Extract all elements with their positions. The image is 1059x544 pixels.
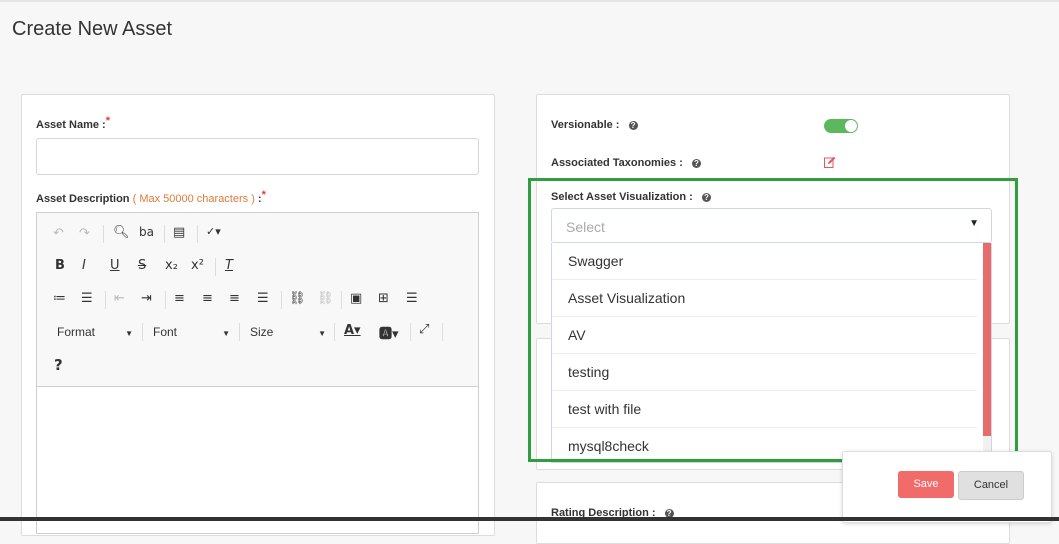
toolbar-separator <box>197 225 198 243</box>
dropdown-option[interactable]: AV <box>552 317 977 354</box>
outdent-icon[interactable]: ⇤ <box>114 291 125 306</box>
find-icon[interactable]: 🔍︎ <box>113 225 130 240</box>
toolbar-separator <box>105 291 106 309</box>
bulleted-list-icon[interactable]: ☰ <box>81 291 93 306</box>
save-button[interactable]: Save <box>898 471 954 498</box>
italic-icon[interactable]: I <box>82 258 86 273</box>
visualization-select[interactable]: Select ▼ <box>551 208 992 243</box>
align-right-icon[interactable]: ≡ <box>229 291 240 306</box>
toolbar-separator <box>215 258 216 276</box>
redo-icon[interactable]: ↷ <box>79 226 90 241</box>
remove-format-icon[interactable]: T <box>225 258 233 273</box>
scrollbar-thumb[interactable] <box>983 243 991 436</box>
size-dropdown[interactable]: Size ▼ <box>250 325 326 343</box>
visualization-label: Select Asset Visualization : <box>551 191 693 203</box>
toolbar-separator <box>341 291 342 309</box>
question-circle-icon[interactable]: ? <box>691 158 701 168</box>
toolbar-separator <box>281 291 282 309</box>
required-mark: * <box>261 189 266 201</box>
description-label-row: Asset Description ( Max 50000 characters… <box>36 189 266 205</box>
cancel-button[interactable]: Cancel <box>958 471 1024 500</box>
toolbar-separator <box>334 323 335 341</box>
rich-text-editor: ↶ ↷ 🔍︎ ba ▤ ✓▾ B I U S x₂ x² T ≔ ☰ ⇤ ⇥ ≡… <box>36 212 479 534</box>
asset-name-label-row: Asset Name :* <box>36 115 110 131</box>
chevron-down-icon: ▼ <box>318 329 326 338</box>
visualization-dropdown-list: Swagger Asset Visualization AV testing t… <box>551 243 992 463</box>
dropdown-option[interactable]: Asset Visualization <box>552 280 977 317</box>
select-all-icon[interactable]: ▤ <box>173 225 185 240</box>
spellcheck-icon[interactable]: ✓▾ <box>206 225 221 238</box>
replace-icon[interactable]: ba <box>139 225 154 239</box>
strikethrough-icon[interactable]: S <box>138 258 146 273</box>
description-hint: ( Max 50000 characters ) <box>132 193 255 205</box>
asset-name-label: Asset Name : <box>36 119 106 131</box>
bold-icon[interactable]: B <box>55 258 65 273</box>
justify-icon[interactable]: ☰ <box>257 291 269 306</box>
taxonomies-label: Associated Taxonomies : <box>551 157 683 169</box>
dropdown-option[interactable]: Swagger <box>552 243 977 280</box>
taxonomies-row: Associated Taxonomies : ? <box>551 157 701 169</box>
format-dropdown[interactable]: Format ▼ <box>57 325 133 343</box>
toolbar-separator <box>239 323 240 341</box>
required-mark: * <box>105 115 110 127</box>
toggle-knob <box>845 120 857 132</box>
asset-name-input[interactable] <box>36 138 479 175</box>
underline-icon[interactable]: U <box>110 258 120 273</box>
editor-toolbar: ↶ ↷ 🔍︎ ba ▤ ✓▾ B I U S x₂ x² T ≔ ☰ ⇤ ⇥ ≡… <box>37 213 478 387</box>
background-color-icon[interactable]: 🅰︎▾ <box>379 323 399 342</box>
dropdown-option[interactable]: test with file <box>552 391 977 428</box>
toolbar-separator <box>103 225 104 243</box>
toolbar-separator <box>442 323 443 341</box>
indent-icon[interactable]: ⇥ <box>141 291 152 306</box>
image-icon[interactable]: ▣ <box>350 291 362 306</box>
unlink-icon[interactable]: ⛓ <box>317 291 334 306</box>
editor-content-area[interactable] <box>37 387 478 533</box>
dropdown-option[interactable]: testing <box>552 354 977 391</box>
horizontal-line-icon[interactable]: ☰ <box>406 291 418 306</box>
undo-icon[interactable]: ↶ <box>53 226 64 241</box>
chevron-down-icon: ▼ <box>222 329 230 338</box>
table-icon[interactable]: ⊞ <box>378 291 389 306</box>
visualization-row: Select Asset Visualization : ? <box>551 191 711 203</box>
toolbar-separator <box>165 291 166 309</box>
dropdown-scrollbar[interactable] <box>983 243 991 462</box>
align-left-icon[interactable]: ≡ <box>174 291 185 306</box>
question-circle-icon[interactable]: ? <box>628 120 638 130</box>
versionable-toggle[interactable] <box>824 119 858 133</box>
action-popover: Save Cancel <box>842 451 1052 523</box>
maximize-icon[interactable]: ⤢ <box>419 322 429 337</box>
description-colon: : <box>254 193 262 205</box>
question-circle-icon[interactable]: ? <box>701 192 711 202</box>
top-divider <box>0 0 1059 2</box>
superscript-icon[interactable]: x² <box>191 258 204 273</box>
description-label: Asset Description <box>36 193 130 205</box>
align-center-icon[interactable]: ≡ <box>202 291 213 306</box>
edit-icon[interactable] <box>824 156 836 168</box>
page-title: Create New Asset <box>12 18 173 40</box>
link-icon[interactable]: ⛓ <box>289 291 306 306</box>
versionable-row: Versionable : ? <box>551 119 638 131</box>
visualization-placeholder: Select <box>566 219 605 235</box>
subscript-icon[interactable]: x₂ <box>165 258 178 273</box>
toolbar-separator <box>142 323 143 341</box>
format-label: Format <box>57 325 96 339</box>
toolbar-separator <box>164 225 165 243</box>
numbered-list-icon[interactable]: ≔ <box>53 291 66 306</box>
toolbar-separator <box>410 323 411 341</box>
text-color-icon[interactable]: A▾ <box>344 323 361 338</box>
font-label: Font <box>153 325 178 339</box>
help-icon[interactable]: ? <box>54 356 63 374</box>
bottom-bar <box>0 517 1059 521</box>
chevron-down-icon: ▼ <box>125 329 133 338</box>
caret-down-icon: ▼ <box>969 218 979 229</box>
font-dropdown[interactable]: Font ▼ <box>153 325 230 343</box>
versionable-label: Versionable : <box>551 119 620 131</box>
size-label: Size <box>250 325 274 339</box>
